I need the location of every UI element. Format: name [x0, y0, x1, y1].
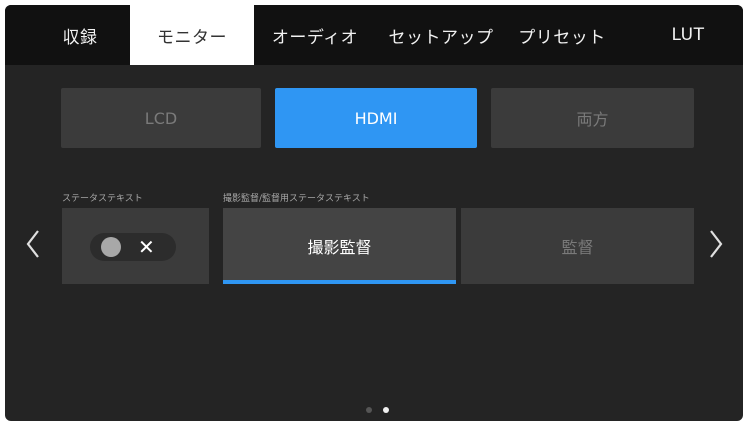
- chevron-left-icon[interactable]: [25, 229, 41, 263]
- output-hdmi-button[interactable]: HDMI: [275, 88, 477, 148]
- tab-lut[interactable]: LUT: [655, 5, 721, 65]
- output-lcd-button[interactable]: LCD: [61, 88, 261, 148]
- tab-setup[interactable]: セットアップ: [375, 5, 507, 65]
- monitor-settings-screen: 収録 モニター オーディオ セットアップ プリセット LUT LCD HDMI …: [5, 5, 743, 421]
- dp-option-label: 撮影監督: [307, 238, 372, 257]
- tab-audio[interactable]: オーディオ: [257, 5, 373, 65]
- status-text-toggle[interactable]: ✕: [90, 233, 176, 261]
- tab-bar: 収録 モニター オーディオ セットアップ プリセット LUT: [5, 5, 743, 65]
- director-option-label: 監督: [561, 238, 594, 257]
- close-icon: ✕: [138, 235, 155, 259]
- tab-presets[interactable]: プリセット: [510, 5, 614, 65]
- page-dot-1: [366, 407, 372, 413]
- toggle-knob: [101, 237, 121, 257]
- tab-record[interactable]: 収録: [40, 5, 120, 65]
- output-both-button[interactable]: 両方: [491, 88, 694, 148]
- status-text-label: ステータステキスト: [62, 194, 143, 204]
- selected-indicator: [223, 280, 456, 284]
- tab-monitor[interactable]: モニター: [130, 5, 254, 65]
- chevron-right-icon[interactable]: [708, 229, 724, 263]
- dp-status-text-label: 撮影監督/監督用ステータステキスト: [223, 194, 370, 204]
- status-text-toggle-panel: ✕: [62, 208, 209, 284]
- director-option-button[interactable]: 監督: [461, 208, 694, 284]
- page-dot-2-active: [383, 407, 389, 413]
- dp-option-button[interactable]: 撮影監督: [223, 208, 456, 284]
